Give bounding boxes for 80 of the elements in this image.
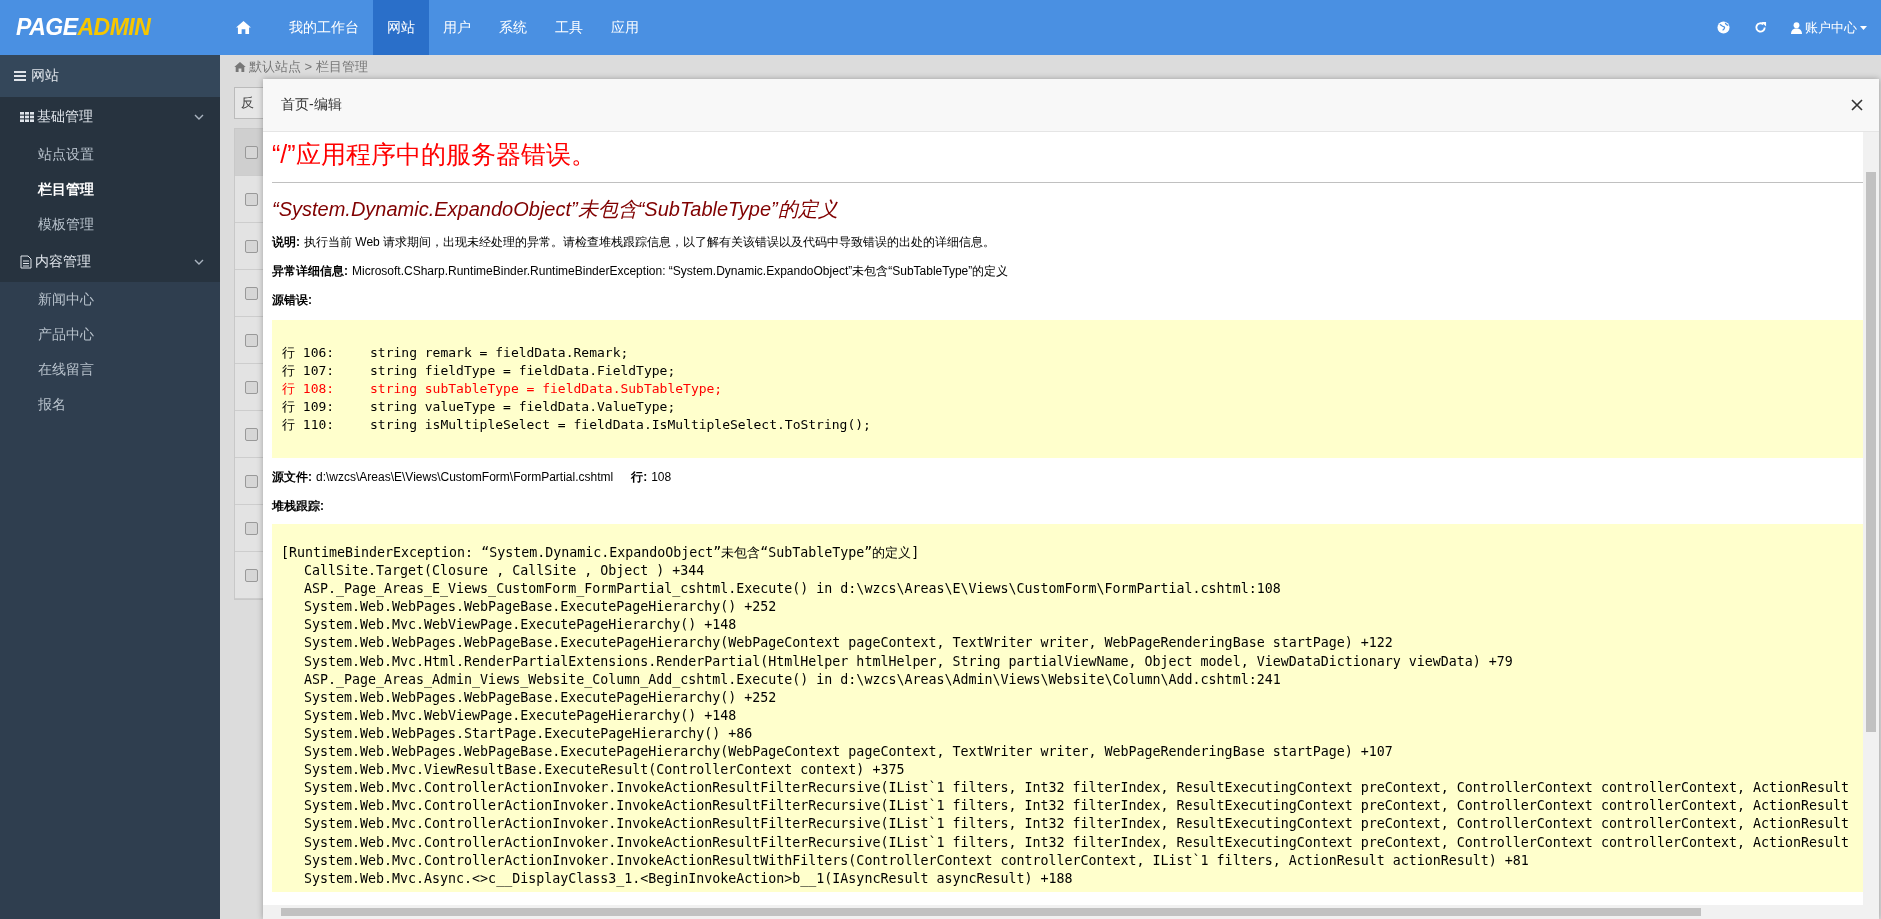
- info-text: d:\wzcs\Areas\E\Views\CustomForm\FormPartial.cshtml: [316, 470, 614, 484]
- close-icon[interactable]: [1851, 99, 1863, 111]
- caret-icon: [1860, 25, 1867, 30]
- stack-line: System.Web.Mvc.Html.RenderPartialExtensions.RenderPartial(HtmlHelper htmlHelper, String partialViewName, Object model, ViewDataDictionary viewData) +79: [303, 652, 1513, 671]
- modal-title: 首页-编辑: [281, 96, 342, 114]
- stack-line: ASP._Page_Areas_E_Views_CustomForm_FormPartial_cshtml.Execute() in d:\wzcs\Areas\E\Views\CustomForm\FormPartial.cshtml:108: [303, 580, 1281, 599]
- row-checkbox[interactable]: [245, 239, 258, 253]
- info-label: 源错误:: [272, 293, 312, 307]
- sidebar-item[interactable]: 在线留言: [0, 352, 220, 387]
- stack-line: System.Web.Mvc.ControllerActionInvoker.InvokeActionResultWithFilters(ControllerContext controllerContext, IList`1 filters, ActionResult actionResult) +81: [303, 851, 1529, 870]
- nav-tab[interactable]: 工具: [541, 0, 597, 55]
- sidebar-item[interactable]: 栏目管理: [0, 172, 220, 207]
- stack-line: System.Web.Mvc.Async.<>c__DisplayClass3_1.<BeginInvokeAction>b__1(IAsyncResult asyncResult) +188: [303, 869, 1073, 888]
- sidebar-item[interactable]: 报名: [0, 387, 220, 422]
- user-icon: [1791, 21, 1802, 34]
- sidebar-item[interactable]: 站点设置: [0, 137, 220, 172]
- document-icon: [20, 255, 32, 269]
- row-checkbox[interactable]: [245, 568, 258, 582]
- account-menu[interactable]: 账户中心: [1791, 18, 1867, 37]
- row-checkbox[interactable]: [245, 333, 258, 347]
- menu-icon: [14, 71, 26, 81]
- nav-tab[interactable]: 系统: [485, 0, 541, 55]
- row-checkbox[interactable]: [245, 380, 258, 394]
- home-icon: [234, 62, 246, 72]
- info-label: 说明:: [272, 235, 300, 249]
- stack-line: System.Web.Mvc.ViewResultBase.ExecuteResult(ControllerContext context) +375: [303, 761, 905, 780]
- code-line: 行 107: string fieldType = fieldData.FieldType;: [282, 362, 676, 380]
- info-text: 108: [651, 470, 672, 484]
- row-checkbox[interactable]: [245, 474, 258, 488]
- stack-line: System.Web.Mvc.WebViewPage.ExecutePageHierarchy() +148: [303, 616, 737, 635]
- nav-tab[interactable]: 我的工作台: [275, 0, 373, 55]
- row-checkbox[interactable]: [245, 427, 258, 441]
- logo-text: ADMIN: [77, 14, 151, 40]
- stack-line: System.Web.WebPages.WebPageBase.ExecutePageHierarchy(WebPageContext pageContext, TextWriter writer, WebPageRenderingBase startPage) +107: [303, 743, 1393, 762]
- info-label: 异常详细信息:: [272, 264, 348, 278]
- error-subheading: “System.Dynamic.ExpandoObject”未包含“SubTableType”的定义: [272, 197, 839, 222]
- chevron-icon: [194, 259, 204, 265]
- stack-line: System.Web.Mvc.ControllerActionInvoker.InvokeActionResultFilterRecursive(IList`1 filters, Int32 filterIndex, ResultExecutingContext preContext, ControllerContext controllerContext, ActionResult: [303, 815, 1850, 834]
- home-icon[interactable]: [236, 21, 251, 34]
- breadcrumb: 默认站点 > 栏目管理: [249, 58, 368, 76]
- grid-icon: [20, 112, 34, 122]
- info-label: 行:: [631, 470, 648, 484]
- stack-line: CallSite.Target(Closure , CallSite , Object ) +344: [303, 562, 705, 581]
- logo-text: PAGE: [16, 14, 78, 40]
- refresh-icon[interactable]: [1754, 21, 1767, 34]
- code-line: 行 109: string valueType = fieldData.ValueType;: [282, 398, 676, 416]
- stack-line: System.Web.Mvc.ControllerActionInvoker.InvokeActionResultFilterRecursive(IList`1 filters, Int32 filterIndex, ResultExecutingContext preContext, ControllerContext controllerContext, ActionResult: [303, 797, 1850, 816]
- info-text: Microsoft.CSharp.RuntimeBinder.RuntimeBinderException: “System.Dynamic.ExpandoObject”未包含“SubTableType”的定义: [352, 264, 1009, 278]
- info-label: 源文件:: [272, 470, 312, 484]
- stack-line: ASP._Page_Areas_Admin_Views_Website_Column_Add_cshtml.Execute() in d:\wzcs\Areas\Admin\Views\Website\Column\Add.cshtml:241: [303, 670, 1281, 689]
- stack-line: System.Web.WebPages.StartPage.ExecutePageHierarchy() +86: [303, 724, 753, 743]
- sidebar-item[interactable]: 新闻中心: [0, 282, 220, 317]
- nav-tab[interactable]: 应用: [597, 0, 653, 55]
- stack-line: System.Web.WebPages.WebPageBase.ExecutePageHierarchy() +252: [303, 688, 777, 707]
- stack-line: System.Web.WebPages.WebPageBase.ExecutePageHierarchy(WebPageContext pageContext, TextWriter writer, WebPageRenderingBase startPage) +122: [303, 634, 1393, 653]
- row-checkbox[interactable]: [245, 286, 258, 300]
- sidebar-item[interactable]: 产品中心: [0, 317, 220, 352]
- code-line: 行 106: string remark = fieldData.Remark;: [282, 344, 629, 362]
- row-checkbox[interactable]: [245, 145, 258, 159]
- code-line: 行 110: string isMultipleSelect = fieldData.IsMultipleSelect.ToString();: [282, 416, 871, 434]
- vertical-scrollbar[interactable]: [1863, 132, 1879, 905]
- info-label: 堆栈跟踪:: [272, 499, 324, 513]
- error-heading: “/”应用程序中的服务器错误。: [272, 139, 597, 170]
- code-line: 行 108: string subTableType = fieldData.SubTableType;: [282, 380, 723, 398]
- row-checkbox[interactable]: [245, 521, 258, 535]
- nav-tab[interactable]: 网站: [373, 0, 429, 55]
- row-checkbox[interactable]: [245, 192, 258, 206]
- nav-tab[interactable]: 用户: [429, 0, 485, 55]
- info-text: 执行当前 Web 请求期间，出现未经处理的异常。请检查堆栈跟踪信息，以了解有关该错误以及代码中导致错误的出处的详细信息。: [304, 235, 996, 249]
- sidebar-title: 网站: [31, 67, 59, 85]
- stack-line: System.Web.Mvc.WebViewPage.ExecutePageHierarchy() +148: [303, 706, 737, 725]
- stack-line: System.Web.WebPages.WebPageBase.ExecutePageHierarchy() +252: [303, 598, 777, 617]
- sidebar-group[interactable]: 基础管理: [0, 97, 220, 137]
- stack-line: System.Web.Mvc.ControllerActionInvoker.InvokeActionResultFilterRecursive(IList`1 filters, Int32 filterIndex, ResultExecutingContext preContext, ControllerContext controllerContext, ActionResult: [303, 779, 1850, 798]
- sidebar-item[interactable]: 模板管理: [0, 207, 220, 242]
- stack-line: System.Web.Mvc.ControllerActionInvoker.InvokeActionResultFilterRecursive(IList`1 filters, Int32 filterIndex, ResultExecutingContext preContext, ControllerContext controllerContext, ActionResult: [303, 833, 1850, 852]
- stack-line: [RuntimeBinderException: “System.Dynamic.ExpandoObject”未包含“SubTableType”的定义]: [281, 544, 920, 562]
- chevron-icon: [194, 114, 204, 120]
- horizontal-scrollbar[interactable]: [263, 905, 1879, 919]
- sidebar-group[interactable]: 内容管理: [0, 242, 220, 282]
